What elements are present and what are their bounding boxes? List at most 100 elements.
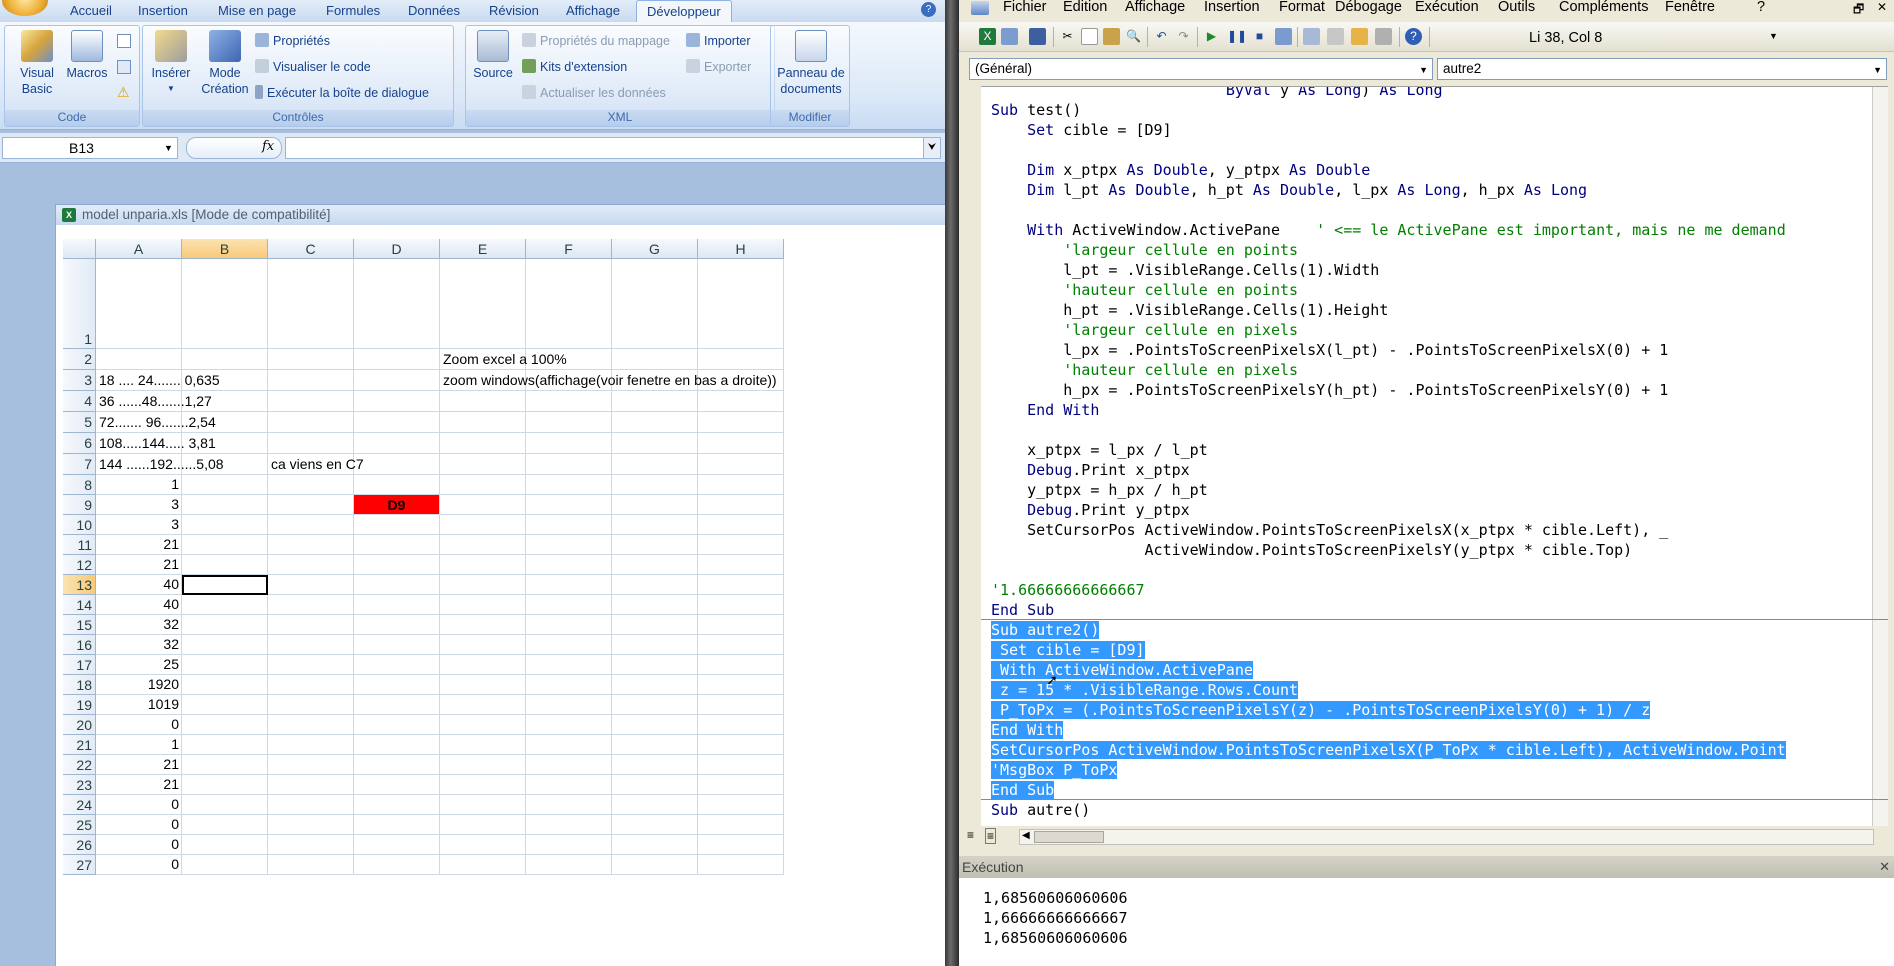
cell-e26[interactable] [440,835,526,855]
row-header-5[interactable]: 5 [63,412,96,433]
cell-h24[interactable] [698,795,784,815]
cell-d19[interactable] [354,695,440,715]
cell-f15[interactable] [526,615,612,635]
tab-developpeur[interactable]: Développeur [636,0,732,22]
code-line[interactable]: SetCursorPos ActiveWindow.PointsToScreen… [991,740,1786,760]
cell-h23[interactable] [698,775,784,795]
cell-b2[interactable] [182,349,268,370]
row-header-12[interactable]: 12 [63,555,96,575]
restore-icon[interactable]: 🗗 [1853,0,1864,21]
row-header-21[interactable]: 21 [63,735,96,755]
record-macro-icon[interactable] [117,34,131,48]
cell-d27[interactable] [354,855,440,875]
cell-g5[interactable] [612,412,698,433]
cell-f10[interactable] [526,515,612,535]
cell-g11[interactable] [612,535,698,555]
code-line[interactable]: Dim l_pt As Double, h_pt As Double, l_px… [991,180,1587,200]
cell-g24[interactable] [612,795,698,815]
code-horizontal-scrollbar[interactable]: ◀ [1019,829,1874,845]
view-excel-icon[interactable]: X [979,28,996,45]
expand-formula-icon[interactable]: ⮟ [923,137,941,159]
cell-d15[interactable] [354,615,440,635]
find-icon[interactable]: 🔍 [1125,28,1142,45]
cell-h8[interactable] [698,475,784,495]
code-line[interactable]: z = 15 * .VisibleRange.Rows.Count [991,680,1299,700]
cell-c3[interactable] [268,370,354,391]
cell-f27[interactable] [526,855,612,875]
cell-e15[interactable] [440,615,526,635]
cell-b12[interactable] [182,555,268,575]
menu-insertion[interactable]: Insertion [1204,0,1260,15]
cell-g4[interactable] [612,391,698,412]
cell-h16[interactable] [698,635,784,655]
cell-b27[interactable] [182,855,268,875]
row-header-10[interactable]: 10 [63,515,96,535]
cell-c9[interactable] [268,495,354,515]
column-header-b[interactable]: B [182,239,268,259]
code-line[interactable]: End With [991,720,1064,740]
menu-fichier[interactable]: Fichier [1003,0,1047,15]
cell-g8[interactable] [612,475,698,495]
cell-e27[interactable] [440,855,526,875]
cell-g25[interactable] [612,815,698,835]
scroll-thumb[interactable] [1034,831,1104,843]
code-line[interactable]: Debug.Print x_ptpx [991,460,1190,480]
cell-g21[interactable] [612,735,698,755]
copy-icon[interactable] [1081,28,1098,45]
cell-b1[interactable] [182,259,268,349]
save-icon[interactable] [1029,28,1046,45]
code-line[interactable]: x_ptpx = l_px / l_pt [991,440,1208,460]
fx-icon[interactable]: fx [262,139,274,154]
properties-window-icon[interactable] [1327,28,1344,45]
cell-b15[interactable] [182,615,268,635]
cell-h26[interactable] [698,835,784,855]
column-header-f[interactable]: F [526,239,612,259]
cell-a1[interactable] [96,259,182,349]
cell-b11[interactable] [182,535,268,555]
menu-outils[interactable]: Outils [1498,0,1535,15]
select-all-corner[interactable] [63,239,96,259]
code-line[interactable]: End With [991,400,1099,420]
row-header-7[interactable]: 7 [63,454,96,475]
cell-f11[interactable] [526,535,612,555]
cell-c17[interactable] [268,655,354,675]
code-line[interactable]: Sub autre() [991,800,1090,820]
cell-d13[interactable] [354,575,440,595]
undo-icon[interactable]: ↶ [1153,28,1170,45]
cell-h11[interactable] [698,535,784,555]
cell-e16[interactable] [440,635,526,655]
cell-e6[interactable] [440,433,526,454]
cell-c18[interactable] [268,675,354,695]
row-header-8[interactable]: 8 [63,475,96,495]
row-header-23[interactable]: 23 [63,775,96,795]
row-header-16[interactable]: 16 [63,635,96,655]
cell-g10[interactable] [612,515,698,535]
code-editor[interactable]: ByVal y As Long) As Long Sub test() Set c… [981,86,1888,826]
cell-d2[interactable] [354,349,440,370]
object-browser-icon[interactable] [1351,28,1368,45]
macros-button[interactable]: Macros [59,30,115,81]
cell-h2[interactable] [698,349,784,370]
stop-icon[interactable]: ■ [1251,28,1268,45]
cell-g26[interactable] [612,835,698,855]
design-mode-icon[interactable] [1275,28,1292,45]
close-icon[interactable]: ✕ [1877,0,1887,14]
cell-e14[interactable] [440,595,526,615]
code-line[interactable]: 'largeur cellule en pixels [991,320,1298,340]
code-line[interactable]: h_pt = .VisibleRange.Cells(1).Height [991,300,1388,320]
code-line[interactable]: 'hauteur cellule en pixels [991,360,1298,380]
cell-h9[interactable] [698,495,784,515]
cell-g18[interactable] [612,675,698,695]
cell-e12[interactable] [440,555,526,575]
tab-mise-en-page[interactable]: Mise en page [218,3,296,18]
cell-g19[interactable] [612,695,698,715]
executer-dialogue-button[interactable]: Exécuter la boîte de dialogue [255,84,429,102]
cell-c25[interactable] [268,815,354,835]
row-header-3[interactable]: 3 [63,370,96,391]
column-header-c[interactable]: C [268,239,354,259]
exporter-button[interactable]: Exporter [686,58,751,76]
code-line[interactable]: ActiveWindow.PointsToScreenPixelsY(y_ptp… [991,540,1633,560]
cell-c12[interactable] [268,555,354,575]
panneau-documents-button[interactable]: Panneau de documents [773,30,849,97]
row-header-17[interactable]: 17 [63,655,96,675]
